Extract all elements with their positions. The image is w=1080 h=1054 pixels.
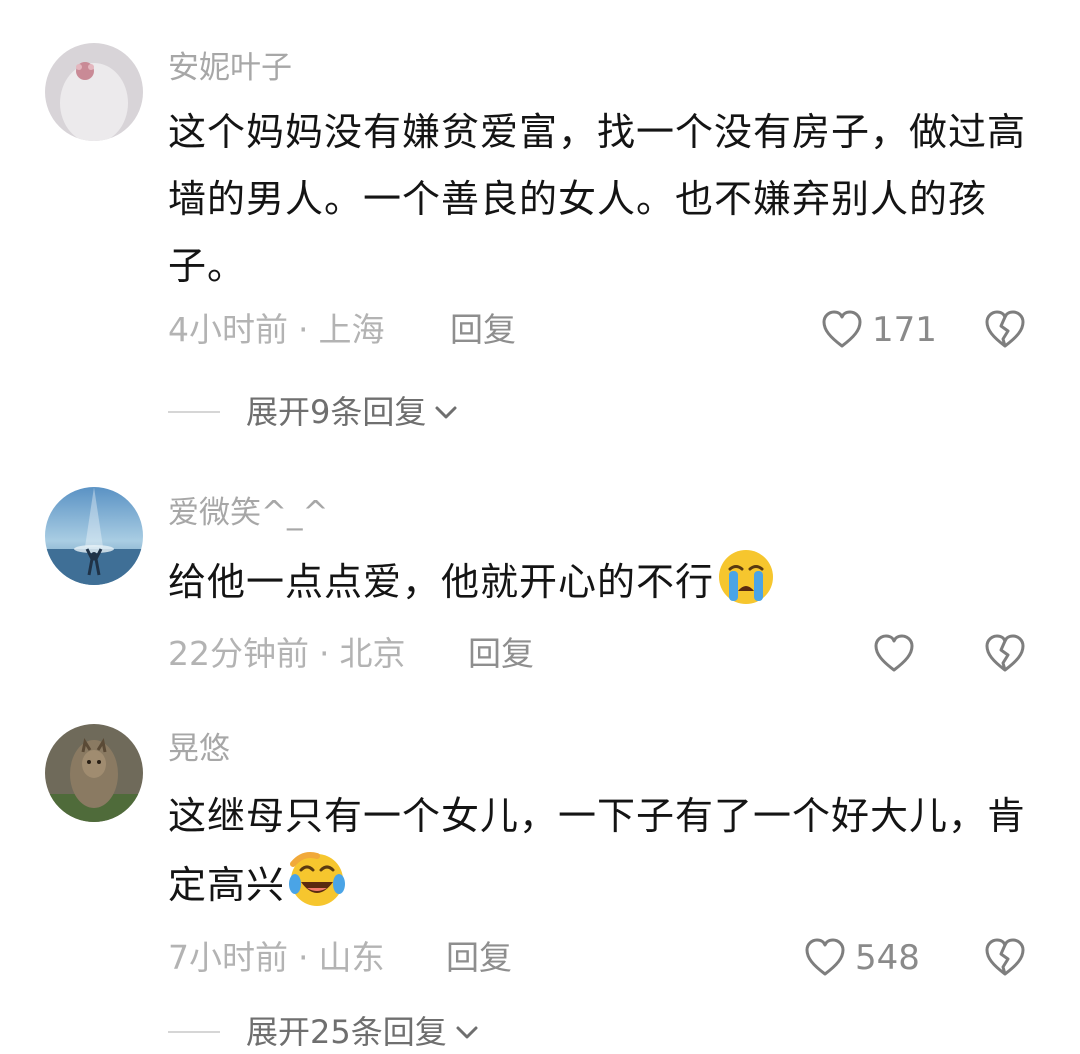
avatar-icon	[45, 43, 143, 141]
broken-heart-icon	[985, 938, 1025, 976]
like-count: 548	[855, 938, 920, 978]
comment-time: 4小时前	[168, 310, 288, 349]
comment-username[interactable]: 安妮叶子	[168, 48, 292, 88]
comment-text: 给他一点点爱，他就开心的不行	[168, 547, 1038, 616]
separator-dot: ·	[298, 310, 309, 349]
chevron-down-icon	[456, 1026, 478, 1039]
comment-username[interactable]: 晃悠	[168, 729, 230, 769]
chevron-down-icon	[435, 406, 457, 419]
comment-location: 山东	[318, 938, 385, 977]
dislike-button[interactable]	[983, 308, 1027, 352]
expand-replies-label: 展开9条回复	[246, 393, 427, 431]
comment-text-body: 给他一点点爱，他就开心的不行	[168, 560, 715, 604]
divider-line	[168, 1031, 220, 1033]
tears-of-joy-face-icon	[289, 852, 346, 906]
avatar[interactable]	[45, 43, 143, 141]
comment-text: 这继母只有一个女儿，一下子有了一个好大儿，肯定高兴	[168, 783, 1038, 919]
expand-replies-button[interactable]: 展开9条回复	[168, 390, 460, 434]
like-button[interactable]	[872, 632, 924, 676]
comment-location: 北京	[339, 634, 406, 673]
like-count: 171	[872, 310, 937, 350]
avatar[interactable]	[45, 487, 143, 585]
avatar-icon	[45, 487, 143, 585]
reply-button[interactable]: 回复	[446, 936, 512, 980]
separator-dot: ·	[298, 938, 309, 977]
comment-username[interactable]: 爱微笑^_^	[168, 493, 328, 533]
divider-line	[168, 411, 220, 413]
comment-time: 7小时前	[168, 938, 288, 977]
loudly-crying-face-icon	[719, 550, 774, 604]
avatar[interactable]	[45, 724, 143, 822]
comment-text: 这个妈妈没有嫌贫爱富，找一个没有房子，做过高墙的男人。一个善良的女人。也不嫌弃别…	[168, 110, 1027, 288]
like-button[interactable]: 171	[820, 308, 937, 352]
dislike-button[interactable]	[983, 936, 1027, 980]
like-button[interactable]: 548	[803, 936, 920, 980]
heart-icon	[805, 938, 845, 976]
comment-meta: 7小时前 · 山东	[168, 936, 385, 980]
expand-replies-label: 展开25条回复	[246, 1013, 447, 1051]
heart-icon	[822, 310, 862, 348]
separator-dot: ·	[319, 634, 330, 673]
expand-replies-button[interactable]: 展开25条回复	[168, 1010, 481, 1054]
reply-button[interactable]: 回复	[450, 308, 516, 352]
comment-location: 上海	[318, 310, 385, 349]
reply-button[interactable]: 回复	[468, 632, 534, 676]
comment-meta: 4小时前 · 上海	[168, 308, 385, 352]
broken-heart-icon	[985, 310, 1025, 348]
heart-icon	[874, 634, 914, 672]
dislike-button[interactable]	[983, 632, 1027, 676]
broken-heart-icon	[985, 634, 1025, 672]
avatar-icon	[45, 724, 143, 822]
comment-time: 22分钟前	[168, 634, 309, 673]
comment-meta: 22分钟前 · 北京	[168, 632, 406, 676]
